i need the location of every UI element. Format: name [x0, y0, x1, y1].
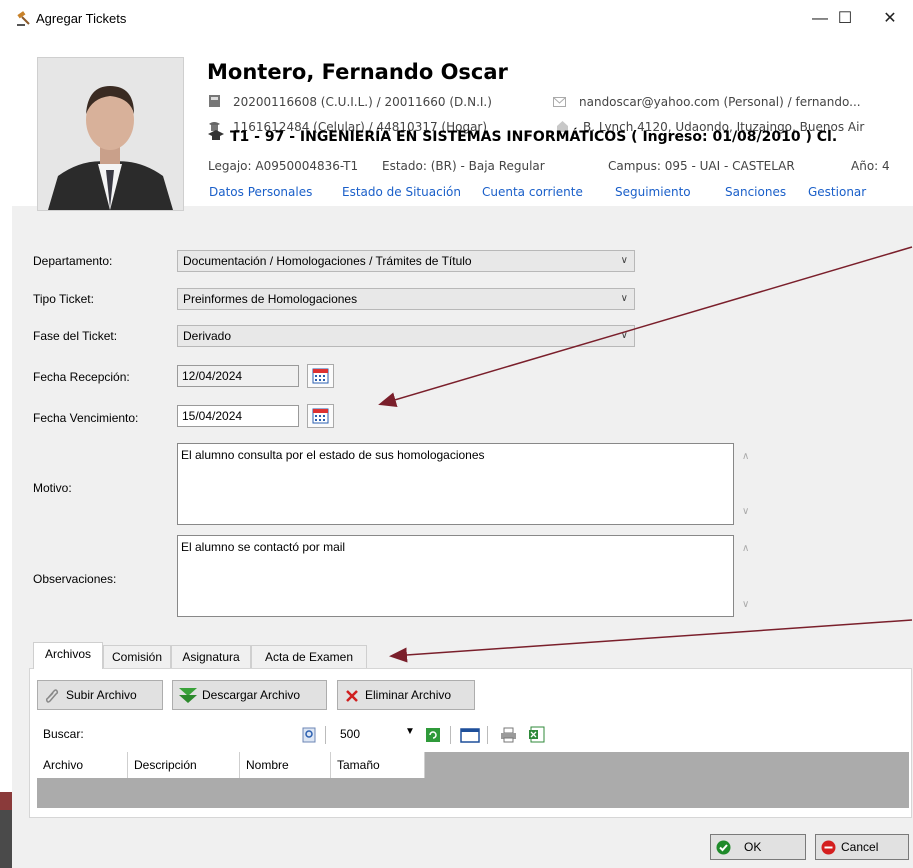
chevron-down-icon: ∨ [620, 255, 628, 266]
maximize-button[interactable]: ☐ [823, 4, 867, 34]
scroll-down-icon[interactable]: ∨ [742, 599, 749, 610]
student-campus: Campus: 095 - UAI - CASTELAR [608, 159, 795, 173]
printer-icon[interactable] [500, 727, 517, 743]
motivo-label: Motivo: [33, 481, 72, 495]
fase-ticket-select[interactable]: Derivado ∨ [177, 325, 635, 347]
search-icon[interactable] [301, 727, 317, 743]
delete-x-icon [346, 690, 358, 702]
check-icon [716, 840, 731, 855]
tipo-ticket-label: Tipo Ticket: [33, 292, 94, 306]
link-datos-personales[interactable]: Datos Personales [209, 185, 312, 199]
gavel-icon [17, 11, 30, 26]
page-size-dropdown-icon[interactable]: ▼ [405, 726, 415, 737]
grid-column-archivo[interactable]: Archivo [37, 752, 128, 778]
observaciones-label: Observaciones: [33, 572, 117, 586]
tipo-ticket-select[interactable]: Preinformes de Homologaciones ∨ [177, 288, 635, 310]
tab-asignatura[interactable]: Asignatura [171, 645, 251, 668]
departamento-label: Departamento: [33, 254, 113, 268]
delete-file-label: Eliminar Archivo [365, 688, 452, 702]
observaciones-textarea[interactable]: El alumno se contactó por mail [177, 535, 734, 617]
tab-archivos[interactable]: Archivos [33, 642, 103, 669]
stop-icon [821, 840, 836, 855]
cancel-label: Cancel [841, 840, 879, 854]
ok-label: OK [744, 840, 762, 854]
fase-ticket-label: Fase del Ticket: [33, 329, 118, 343]
ok-button[interactable]: OK [710, 834, 806, 860]
toolbar-divider [325, 726, 326, 744]
chevron-down-icon: ∨ [620, 330, 628, 341]
grid-column-nombre[interactable]: Nombre [240, 752, 331, 778]
graduation-cap-icon [208, 130, 224, 140]
tab-comision[interactable]: Comisión [103, 645, 171, 668]
career-line: T1 - 97 - INGENIERÍA EN SISTEMAS INFORMÁ… [230, 129, 838, 145]
grid-column-tamano[interactable]: Tamaño [331, 752, 425, 778]
student-ids: 20200116608 (C.U.I.L.) / 20011660 (D.N.I… [233, 95, 492, 109]
mail-icon [553, 97, 566, 107]
toolbar-divider [487, 726, 488, 744]
departamento-value: Documentación / Homologaciones / Trámite… [183, 254, 472, 268]
calendar-icon [312, 408, 329, 424]
link-estado-situacion[interactable]: Estado de Situación [342, 185, 461, 199]
close-button[interactable]: ✕ [868, 4, 912, 34]
fecha-recepcion-label: Fecha Recepción: [33, 370, 130, 384]
motivo-textarea[interactable]: El alumno consulta por el estado de sus … [177, 443, 734, 525]
title-bar [0, 0, 913, 38]
id-card-icon [209, 95, 220, 107]
excel-export-icon[interactable] [528, 726, 545, 743]
student-legajo: Legajo: A0950004836-T1 [208, 159, 359, 173]
upload-file-button[interactable]: Subir Archivo [37, 680, 163, 710]
student-name: Montero, Fernando Oscar [207, 60, 508, 84]
link-gestionar[interactable]: Gestionar [808, 185, 866, 199]
fecha-vencimiento-field[interactable]: 15/04/2024 [177, 405, 299, 427]
scroll-down-icon[interactable]: ∨ [742, 506, 749, 517]
link-sanciones[interactable]: Sanciones [725, 185, 786, 199]
link-seguimiento[interactable]: Seguimiento [615, 185, 691, 199]
student-estado: Estado: (BR) - Baja Regular [382, 159, 545, 173]
scroll-up-icon[interactable]: ∧ [742, 451, 749, 462]
page-size-value[interactable]: 500 [340, 727, 360, 741]
upload-file-label: Subir Archivo [66, 688, 137, 702]
paperclip-icon [45, 689, 59, 703]
window-title: Agregar Tickets [36, 11, 127, 26]
chevron-down-icon: ∨ [620, 293, 628, 304]
tab-acta-examen[interactable]: Acta de Examen [251, 645, 367, 668]
download-file-label: Descargar Archivo [202, 688, 301, 702]
download-arrows-icon [179, 688, 197, 703]
grid-column-descripcion[interactable]: Descripción [128, 752, 240, 778]
search-label: Buscar: [43, 727, 84, 741]
student-email: nandoscar@yahoo.com (Personal) / fernand… [579, 95, 861, 109]
fecha-recepcion-calendar-button[interactable] [307, 364, 334, 388]
student-photo [37, 57, 184, 211]
search-input[interactable] [100, 724, 290, 746]
delete-file-button[interactable]: Eliminar Archivo [337, 680, 475, 710]
calendar-icon [312, 368, 329, 384]
window-icon[interactable] [460, 728, 480, 743]
fase-ticket-value: Derivado [183, 329, 232, 343]
student-year: Año: 4 [851, 159, 890, 173]
cancel-button[interactable]: Cancel [815, 834, 909, 860]
fecha-vencimiento-label: Fecha Vencimiento: [33, 411, 139, 425]
fecha-vencimiento-calendar-button[interactable] [307, 404, 334, 428]
tipo-ticket-value: Preinformes de Homologaciones [183, 292, 358, 306]
departamento-select[interactable]: Documentación / Homologaciones / Trámite… [177, 250, 635, 272]
download-file-button[interactable]: Descargar Archivo [172, 680, 327, 710]
background-window-edge [0, 810, 12, 868]
refresh-icon[interactable] [425, 727, 441, 743]
scroll-up-icon[interactable]: ∧ [742, 543, 749, 554]
fecha-recepcion-field[interactable]: 12/04/2024 [177, 365, 299, 387]
link-cuenta-corriente[interactable]: Cuenta corriente [482, 185, 583, 199]
toolbar-divider [450, 726, 451, 744]
